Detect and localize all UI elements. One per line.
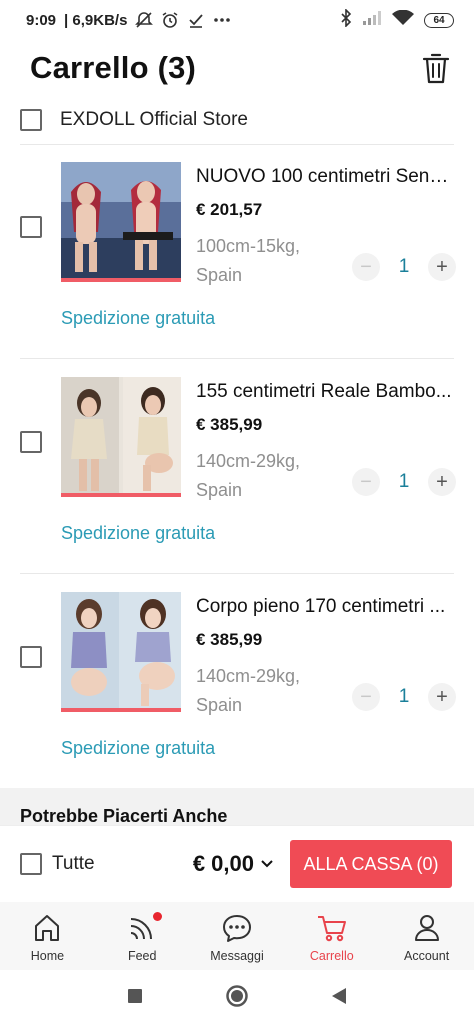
- shipping-label: Spedizione gratuita: [61, 308, 216, 328]
- item-price: € 385,99: [196, 630, 263, 649]
- tab-bar: Home Feed Messaggi Carrello Account: [0, 902, 474, 970]
- select-all-checkbox[interactable]: [20, 853, 42, 875]
- checkout-button[interactable]: ALLA CASSA (0): [290, 840, 452, 888]
- alarm-icon: [161, 11, 179, 29]
- item-price: € 201,57: [196, 200, 263, 219]
- status-left: 9:09 | 6,9KB/s: [26, 11, 231, 29]
- store-name[interactable]: EXDOLL Official Store: [60, 109, 248, 131]
- variant-line: 100cm-15kg,: [196, 236, 301, 256]
- wifi-icon: [392, 9, 414, 30]
- item-checkbox[interactable]: [20, 216, 42, 238]
- cart-item: NUOVO 100 centimetri Senza... € 201,57 1…: [0, 144, 474, 358]
- home-button[interactable]: [225, 984, 249, 1013]
- select-all-label: Tutte: [52, 853, 95, 874]
- delete-button[interactable]: [418, 48, 454, 88]
- decrease-quantity-button[interactable]: −: [352, 683, 380, 711]
- bluetooth-icon: [340, 8, 352, 31]
- trash-icon: [422, 53, 450, 84]
- mute-icon: [135, 11, 154, 29]
- quantity-value: 1: [398, 471, 410, 492]
- item-checkbox[interactable]: [20, 431, 42, 453]
- header: Carrello (3): [0, 40, 474, 96]
- page-title: Carrello (3): [30, 50, 197, 85]
- cart-icon: [316, 912, 348, 944]
- checkout-bar: Tutte € 0,00 ALLA CASSA (0): [0, 826, 474, 902]
- item-variant[interactable]: 100cm-15kg, Spain: [196, 232, 346, 290]
- notification-dot: [153, 912, 163, 921]
- tab-label: Feed: [127, 949, 157, 963]
- tab-label: Account: [404, 949, 450, 963]
- system-navigation-bar: [0, 970, 474, 1027]
- status-right: 64: [340, 8, 454, 31]
- variant-line: 140cm-29kg,: [196, 666, 301, 686]
- chevron-down-icon: [261, 860, 273, 868]
- network-speed: | 6,9KB/s: [64, 11, 128, 29]
- recents-button[interactable]: [127, 988, 143, 1009]
- item-variant[interactable]: 140cm-29kg, Spain: [196, 662, 346, 720]
- shipping-label: Spedizione gratuita: [61, 738, 216, 758]
- tab-label: Home: [30, 949, 65, 963]
- tab-feed[interactable]: Feed: [95, 902, 190, 970]
- item-variant[interactable]: 140cm-29kg, Spain: [196, 447, 346, 505]
- cart-item: 155 centimetri Reale Bambo... € 385,99 1…: [0, 359, 474, 573]
- store-row: EXDOLL Official Store: [0, 96, 474, 144]
- quantity-value: 1: [398, 256, 410, 277]
- increase-quantity-button[interactable]: +: [427, 253, 456, 281]
- tab-label: Carrello: [309, 949, 354, 963]
- back-button[interactable]: [331, 987, 347, 1010]
- chat-icon: [221, 912, 253, 944]
- store-checkbox[interactable]: [20, 109, 42, 131]
- item-title[interactable]: Corpo pieno 170 centimetri ...: [196, 596, 456, 618]
- decrease-quantity-button[interactable]: −: [352, 253, 380, 281]
- quantity-value: 1: [398, 686, 410, 707]
- total-value: € 0,00: [192, 851, 254, 876]
- increase-quantity-button[interactable]: +: [427, 468, 456, 496]
- product-image[interactable]: [61, 377, 181, 497]
- variant-line: Spain: [196, 265, 243, 285]
- tab-home[interactable]: Home: [0, 902, 95, 970]
- signal-icon: [362, 10, 382, 30]
- more-icon: [213, 17, 231, 23]
- select-all[interactable]: Tutte: [20, 853, 95, 875]
- variant-line: Spain: [196, 480, 243, 500]
- item-price: € 385,99: [196, 415, 263, 434]
- suggestions-title: Potrebbe Piacerti Anche: [20, 806, 228, 826]
- variant-line: Spain: [196, 695, 243, 715]
- total-amount[interactable]: € 0,00: [193, 851, 274, 877]
- status-bar: 9:09 | 6,9KB/s 64: [0, 0, 474, 40]
- tab-label: Messaggi: [210, 949, 264, 963]
- account-icon: [411, 912, 443, 944]
- battery-indicator: 64: [424, 12, 454, 28]
- feed-icon: [126, 912, 163, 944]
- item-title[interactable]: 155 centimetri Reale Bambo...: [196, 381, 456, 403]
- tab-cart[interactable]: Carrello: [284, 902, 379, 970]
- item-checkbox[interactable]: [20, 646, 42, 668]
- quantity-stepper: − 1 +: [352, 682, 456, 712]
- check-icon: [187, 11, 205, 29]
- decrease-quantity-button[interactable]: −: [352, 468, 380, 496]
- tab-account[interactable]: Account: [379, 902, 474, 970]
- clock: 9:09: [26, 11, 57, 29]
- tab-messages[interactable]: Messaggi: [190, 902, 285, 970]
- shipping-label: Spedizione gratuita: [61, 523, 216, 543]
- variant-line: 140cm-29kg,: [196, 451, 301, 471]
- quantity-stepper: − 1 +: [352, 252, 456, 282]
- product-image[interactable]: [61, 162, 181, 282]
- increase-quantity-button[interactable]: +: [427, 683, 456, 711]
- item-title[interactable]: NUOVO 100 centimetri Senza...: [196, 166, 456, 188]
- product-image[interactable]: [61, 592, 181, 712]
- quantity-stepper: − 1 +: [352, 467, 456, 497]
- home-icon: [31, 912, 63, 944]
- cart-item: Corpo pieno 170 centimetri ... € 385,99 …: [0, 574, 474, 788]
